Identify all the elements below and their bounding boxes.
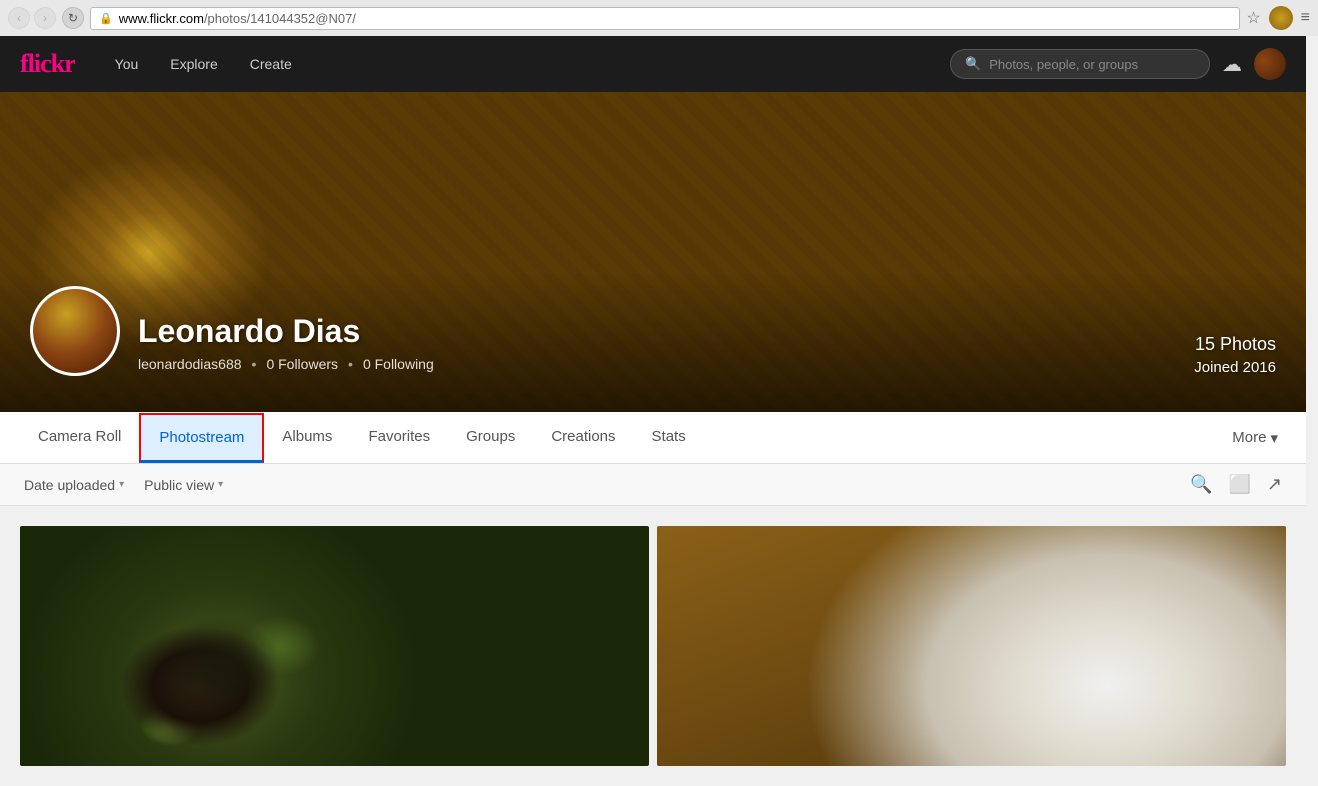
profile-text: Leonardo Dias leonardodias688 • 0 Follow… bbox=[138, 313, 434, 376]
tab-groups[interactable]: Groups bbox=[448, 412, 533, 464]
address-bar[interactable]: 🔒 www.flickr.com/photos/141044352@N07/ bbox=[90, 7, 1240, 30]
photo-card-1[interactable] bbox=[20, 526, 649, 766]
extension-icon[interactable] bbox=[1269, 6, 1293, 30]
nav-search-area: 🔍 ☁ bbox=[308, 48, 1286, 80]
filter-bar: Date uploaded ▾ Public view ▾ 🔍 ⬜ ↗ bbox=[0, 464, 1306, 506]
back-button[interactable]: ‹ bbox=[8, 7, 30, 29]
ssl-lock-icon: 🔒 bbox=[99, 12, 113, 25]
date-uploaded-label: Date uploaded bbox=[24, 477, 115, 493]
browser-actions: ☆ ≡ bbox=[1246, 6, 1310, 30]
nav-buttons: ‹ › bbox=[8, 7, 56, 29]
date-chevron-icon: ▾ bbox=[119, 479, 124, 490]
nav-create[interactable]: Create bbox=[234, 36, 308, 92]
public-view-filter[interactable]: Public view ▾ bbox=[144, 477, 223, 493]
profile-cover: Leonardo Dias leonardodias688 • 0 Follow… bbox=[0, 92, 1306, 412]
joined-text: Joined 2016 bbox=[1194, 359, 1276, 376]
browser-toolbar: ‹ › ↻ 🔒 www.flickr.com/photos/141044352@… bbox=[0, 0, 1318, 36]
nav-user-avatar[interactable] bbox=[1254, 48, 1286, 80]
profile-name: Leonardo Dias bbox=[138, 313, 434, 350]
tab-more[interactable]: More ▾ bbox=[1224, 413, 1286, 463]
tab-creations[interactable]: Creations bbox=[533, 412, 633, 464]
profile-stats-right: 15 Photos Joined 2016 bbox=[1194, 334, 1276, 376]
url-host: www.flickr.com bbox=[119, 11, 204, 26]
share-icon[interactable]: ↗ bbox=[1267, 474, 1282, 495]
flickr-navbar: flickr You Explore Create 🔍 ☁ bbox=[0, 36, 1306, 92]
profile-username: leonardodias688 bbox=[138, 356, 242, 372]
search-box[interactable]: 🔍 bbox=[950, 49, 1210, 79]
filter-right-actions: 🔍 ⬜ ↗ bbox=[1190, 474, 1282, 495]
tab-photostream[interactable]: Photostream bbox=[139, 413, 264, 463]
url-display: www.flickr.com/photos/141044352@N07/ bbox=[119, 11, 356, 26]
profile-sep: • bbox=[252, 356, 257, 372]
tab-camera-roll[interactable]: Camera Roll bbox=[20, 412, 139, 464]
tab-albums[interactable]: Albums bbox=[264, 412, 350, 464]
photos-count: 15 Photos bbox=[1194, 334, 1276, 355]
photo-grid bbox=[0, 506, 1306, 786]
page-wrapper: flickr You Explore Create 🔍 ☁ Leonardo D… bbox=[0, 36, 1306, 786]
more-chevron-icon: ▾ bbox=[1270, 429, 1278, 447]
profile-following[interactable]: 0 Following bbox=[363, 356, 434, 372]
nav-avatar-image bbox=[1254, 48, 1286, 80]
upload-icon[interactable]: ☁ bbox=[1222, 52, 1242, 77]
profile-avatar[interactable] bbox=[30, 286, 120, 376]
flickr-logo[interactable]: flickr bbox=[20, 49, 75, 79]
nav-explore[interactable]: Explore bbox=[154, 36, 233, 92]
public-view-label: Public view bbox=[144, 477, 214, 493]
nav-you[interactable]: You bbox=[99, 36, 155, 92]
url-path: /photos/141044352@N07/ bbox=[204, 11, 356, 26]
tab-bar: Camera Roll Photostream Albums Favorites… bbox=[0, 412, 1306, 464]
bookmark-star-icon[interactable]: ☆ bbox=[1246, 8, 1260, 28]
profile-followers[interactable]: 0 Followers bbox=[266, 356, 338, 372]
search-filter-icon[interactable]: 🔍 bbox=[1190, 474, 1212, 495]
forward-button[interactable]: › bbox=[34, 7, 56, 29]
browser-chrome: ‹ › ↻ 🔒 www.flickr.com/photos/141044352@… bbox=[0, 0, 1318, 36]
more-label: More bbox=[1232, 429, 1266, 446]
search-input[interactable] bbox=[989, 57, 1195, 72]
profile-info: Leonardo Dias leonardodias688 • 0 Follow… bbox=[30, 286, 434, 376]
tab-stats[interactable]: Stats bbox=[634, 412, 704, 464]
profile-sep2: • bbox=[348, 356, 353, 372]
profile-meta: leonardodias688 • 0 Followers • 0 Follow… bbox=[138, 356, 434, 372]
refresh-button[interactable]: ↻ bbox=[62, 7, 84, 29]
photo-card-2[interactable] bbox=[657, 526, 1286, 766]
tab-favorites[interactable]: Favorites bbox=[350, 412, 448, 464]
search-icon: 🔍 bbox=[965, 56, 981, 72]
slideshow-icon[interactable]: ⬜ bbox=[1228, 474, 1250, 495]
nav-links: You Explore Create bbox=[99, 36, 308, 92]
date-uploaded-filter[interactable]: Date uploaded ▾ bbox=[24, 477, 124, 493]
browser-menu-icon[interactable]: ≡ bbox=[1301, 9, 1310, 27]
view-chevron-icon: ▾ bbox=[218, 479, 223, 490]
